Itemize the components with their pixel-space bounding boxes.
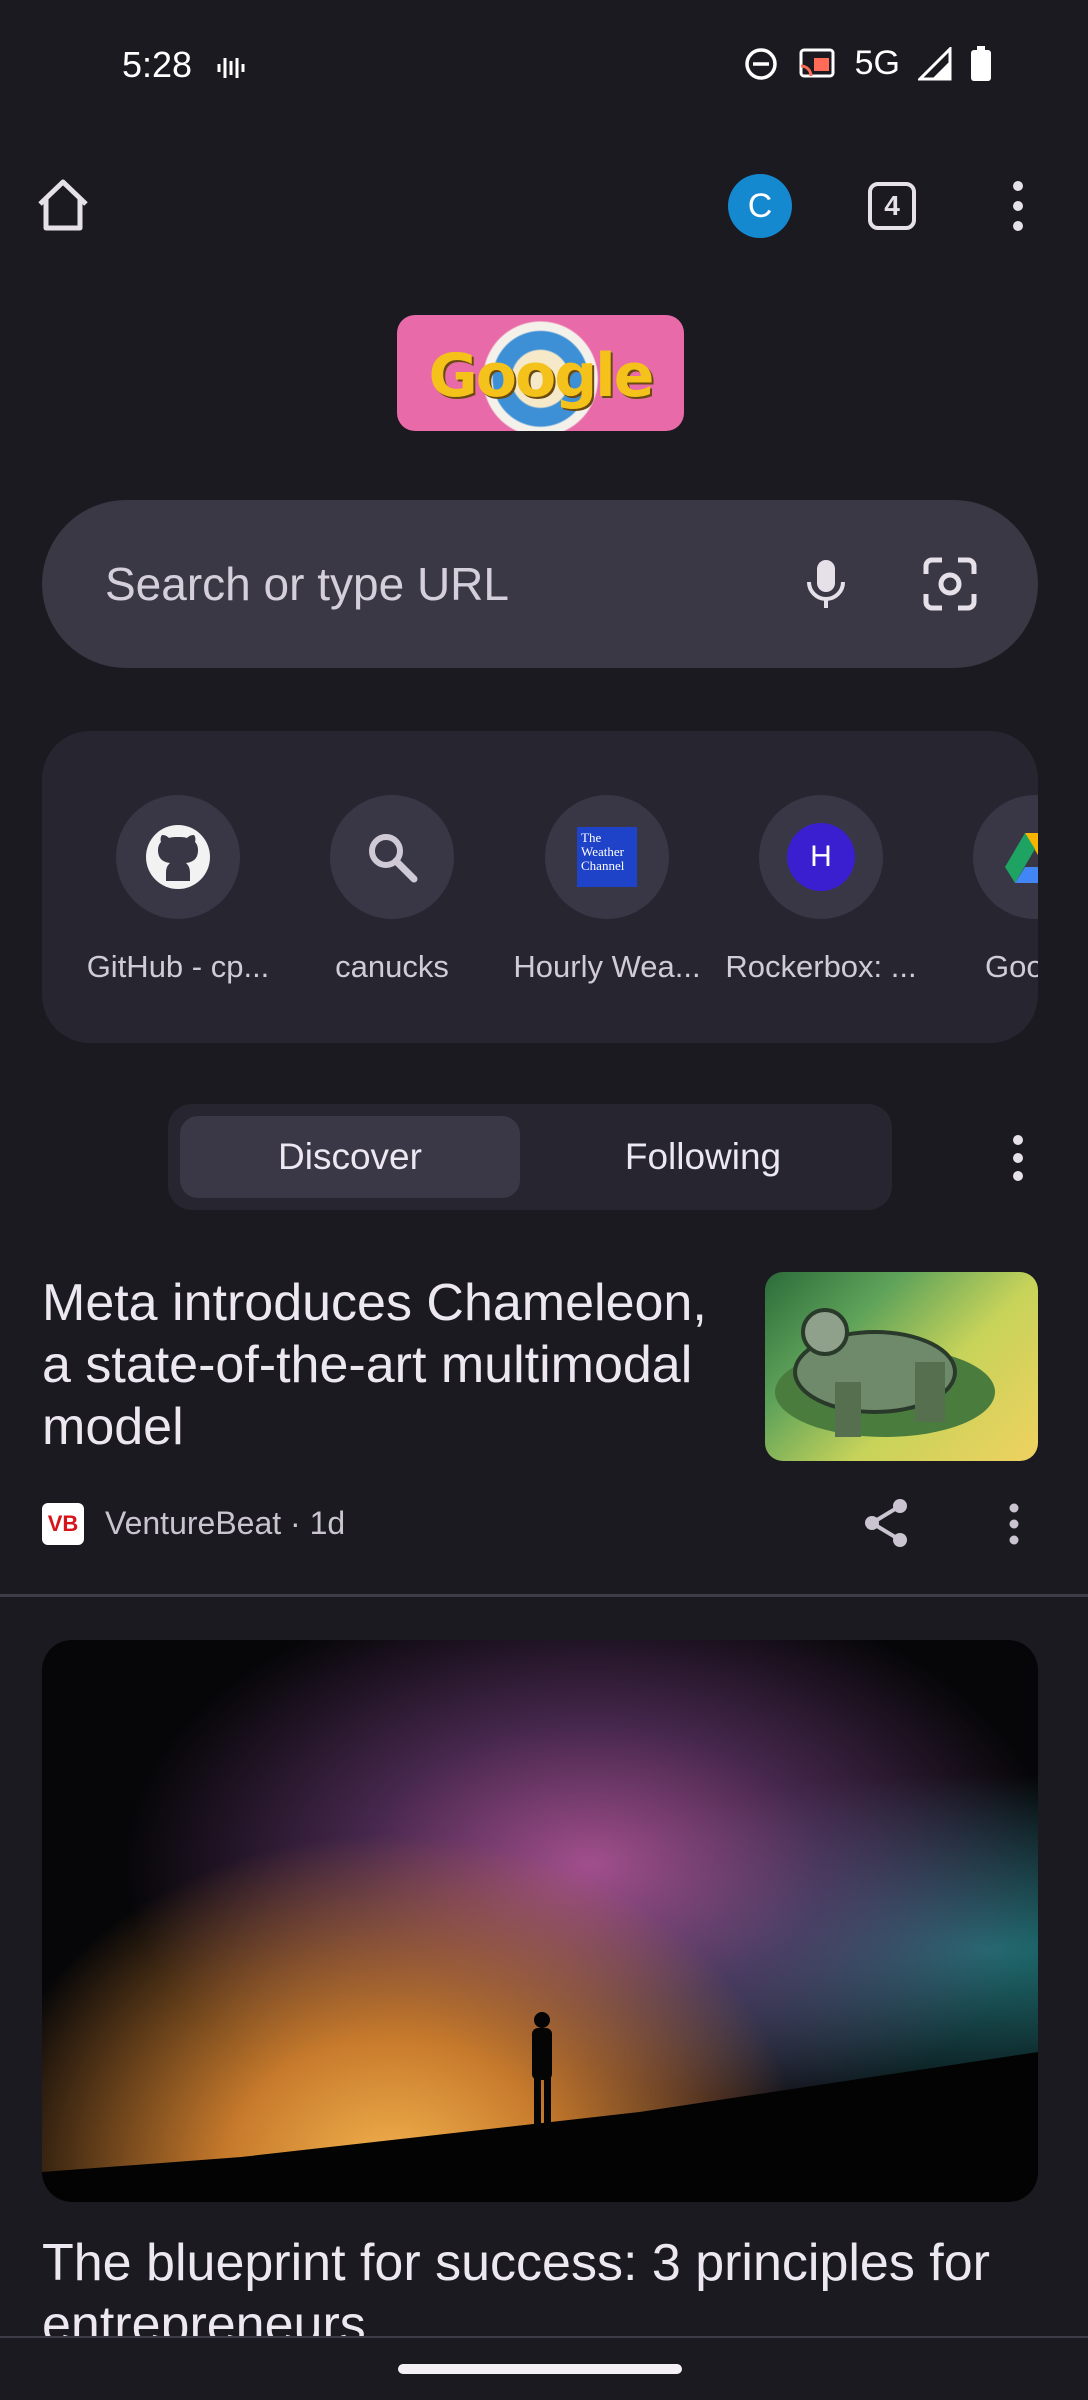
network-label: 5G [854,44,900,82]
shortcut-label: Google [985,949,1038,984]
battery-icon [971,45,991,81]
more-options-button[interactable] [1000,176,1036,236]
shortcut-canucks[interactable]: canucks [292,795,492,985]
tab-discover[interactable]: Discover [180,1116,520,1198]
github-icon [116,795,240,919]
rockerbox-letter: H [787,823,855,891]
mic-icon [807,560,845,608]
shortcut-label: GitHub - cp... [86,949,270,984]
article-thumbnail[interactable] [765,1272,1038,1461]
shortcut-github[interactable]: GitHub - cp... [78,795,278,985]
search-input[interactable]: Search or type URL [105,557,509,611]
article-source: VentureBeat · 1d [105,1505,346,1541]
feed-options-button[interactable] [1000,1132,1036,1184]
account-avatar[interactable]: C [728,174,792,238]
divider [0,1594,1088,1597]
more-vert-icon [1013,1135,1023,1181]
status-icons: 5G [743,44,992,83]
shortcut-weather[interactable]: The Weather Channel Hourly Wea... [507,795,707,985]
gesture-handle[interactable] [398,2364,682,2374]
google-doodle[interactable]: Google [397,315,684,431]
lens-icon [923,557,977,611]
article-options-button[interactable] [1000,1500,1028,1548]
shortcuts-panel: GitHub - cp... canucks The Weather Chann… [42,731,1038,1043]
home-icon [38,179,88,231]
doodle-word: Google [428,341,655,411]
tab-following[interactable]: Following [528,1116,878,1198]
article-title[interactable]: Meta introduces Chameleon, a state-of-th… [42,1272,732,1458]
do-not-disturb-icon [744,47,777,80]
weather-channel-icon: The Weather Channel [545,795,669,919]
source-logo: VB [42,1503,84,1545]
lens-button[interactable] [918,552,982,616]
search-bar[interactable]: Search or type URL [42,500,1038,668]
drive-icon [973,795,1038,919]
shortcut-google-drive[interactable]: Google [935,795,1038,985]
share-button[interactable] [860,1496,914,1550]
status-time: 5:28 [122,44,193,85]
article-title[interactable]: The blueprint for success: 3 principles … [42,2232,1052,2336]
home-button[interactable] [30,172,96,238]
shortcut-label: canucks [335,949,449,984]
shortcut-rockerbox[interactable]: H Rockerbox: ... [721,795,921,985]
shortcut-label: Rockerbox: ... [725,949,917,984]
letter-icon: H [759,795,883,919]
weather-channel-logo: The Weather Channel [577,827,637,887]
more-vert-icon [1013,181,1023,231]
share-icon [865,1499,907,1547]
cast-icon [799,48,835,77]
search-icon [330,795,454,919]
tab-switcher-button[interactable]: 4 [868,182,916,230]
signal-icon [918,46,952,80]
more-vert-icon [1009,1503,1019,1545]
feed-tab-group: Discover Following [168,1104,892,1210]
voice-search-button[interactable] [794,552,858,616]
shortcut-label: Hourly Wea... [513,949,701,984]
vibrate-icon [215,52,247,89]
article-image[interactable] [42,1640,1038,2202]
person-silhouette [532,2012,552,2128]
